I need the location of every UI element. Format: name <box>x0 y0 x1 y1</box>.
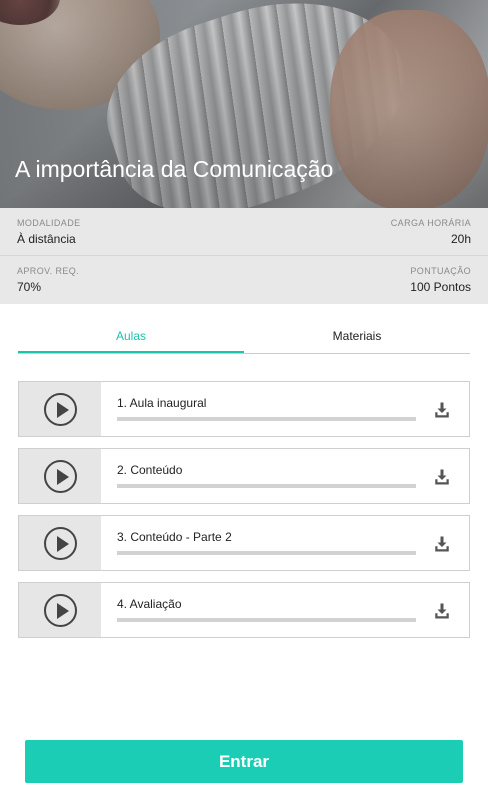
tab-materiais[interactable]: Materiais <box>244 320 470 353</box>
approval-label: APROV. REQ. <box>17 266 80 276</box>
score-label: PONTUAÇÃO <box>410 266 471 276</box>
modality-info: MODALIDADE À distância <box>17 217 81 248</box>
lesson-body: 3. Conteúdo - Parte 2 <box>101 516 469 570</box>
course-header: A importância da Comunicação <box>0 0 488 208</box>
lesson-body: 2. Conteúdo <box>101 449 469 503</box>
course-info-panel: MODALIDADE À distância CARGA HORÁRIA 20h… <box>0 208 488 304</box>
lesson-progress-bar <box>117 551 416 555</box>
score-info: PONTUAÇÃO 100 Pontos <box>410 265 471 296</box>
play-circle-icon[interactable] <box>43 526 77 560</box>
workload-value: 20h <box>450 232 471 246</box>
play-circle-icon[interactable] <box>43 392 77 426</box>
workload-info: CARGA HORÁRIA 20h <box>391 217 471 248</box>
lesson-title: 3. Conteúdo - Parte 2 <box>117 530 232 544</box>
lesson-progress-bar <box>117 484 416 488</box>
lesson-play-area[interactable] <box>19 516 101 570</box>
lesson-item[interactable]: 4. Avaliação <box>18 582 470 638</box>
lesson-item[interactable]: 1. Aula inaugural <box>18 381 470 437</box>
lesson-title: 1. Aula inaugural <box>117 396 207 410</box>
lesson-play-area[interactable] <box>19 583 101 637</box>
lesson-progress-bar <box>117 618 416 622</box>
download-icon[interactable] <box>433 535 451 553</box>
lesson-list: 1. Aula inaugural 2. Conteúdo 3. Conteúd… <box>18 381 470 649</box>
workload-label: CARGA HORÁRIA <box>390 218 471 228</box>
approval-value: 70% <box>17 280 42 294</box>
modality-label: MODALIDADE <box>17 218 81 228</box>
score-value: 100 Pontos <box>410 280 471 294</box>
content-tabs: Aulas Materiais <box>18 320 470 354</box>
play-circle-icon[interactable] <box>43 593 77 627</box>
lesson-play-area[interactable] <box>19 382 101 436</box>
download-icon[interactable] <box>433 468 451 486</box>
play-circle-icon[interactable] <box>43 459 77 493</box>
download-icon[interactable] <box>433 602 451 620</box>
lesson-play-area[interactable] <box>19 449 101 503</box>
lesson-item[interactable]: 3. Conteúdo - Parte 2 <box>18 515 470 571</box>
approval-info: APROV. REQ. 70% <box>17 265 79 296</box>
modality-value: À distância <box>17 232 76 246</box>
lesson-title: 2. Conteúdo <box>117 463 183 477</box>
lesson-item[interactable]: 2. Conteúdo <box>18 448 470 504</box>
lesson-progress-bar <box>117 417 416 421</box>
lesson-body: 4. Avaliação <box>101 583 469 637</box>
lesson-body: 1. Aula inaugural <box>101 382 469 436</box>
info-row: MODALIDADE À distância CARGA HORÁRIA 20h <box>0 208 488 256</box>
tab-aulas[interactable]: Aulas <box>18 320 244 353</box>
download-icon[interactable] <box>433 401 451 419</box>
info-row: APROV. REQ. 70% PONTUAÇÃO 100 Pontos <box>0 256 488 304</box>
course-title: A importância da Comunicação <box>15 156 334 182</box>
enter-button[interactable]: Entrar <box>25 740 463 783</box>
lesson-title: 4. Avaliação <box>117 597 182 611</box>
